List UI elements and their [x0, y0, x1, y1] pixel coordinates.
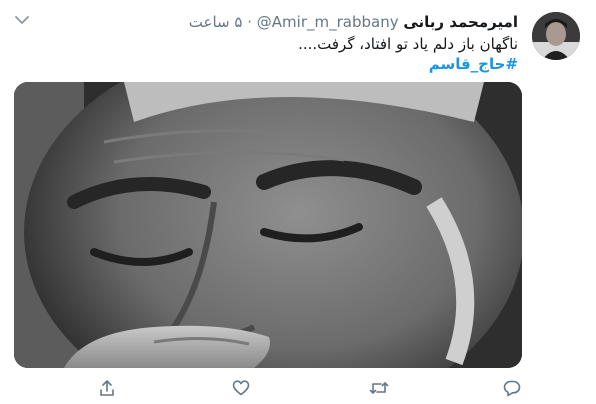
share-icon[interactable]: [97, 378, 117, 398]
tweet-text: ناگهان باز دلم یاد تو افتاد، گرفت....: [298, 35, 518, 53]
avatar[interactable]: [532, 12, 580, 60]
tweet-image[interactable]: [14, 82, 522, 368]
retweet-icon[interactable]: [369, 378, 389, 398]
separator-dot: ·: [247, 13, 252, 31]
tweet-card: امیرمحمد ربانی @Amir_m_rabbany · ۵ ساعت …: [0, 0, 596, 404]
chevron-down-icon[interactable]: [12, 10, 32, 30]
heart-icon[interactable]: [231, 378, 251, 398]
author-name[interactable]: امیرمحمد ربانی: [403, 13, 518, 31]
hashtag-link[interactable]: #حاج_قاسم: [429, 54, 518, 74]
tweet-header: امیرمحمد ربانی @Amir_m_rabbany · ۵ ساعت: [189, 12, 518, 32]
reply-icon[interactable]: [502, 378, 522, 398]
tweet-actions: [0, 374, 596, 402]
tweet-timestamp[interactable]: ۵ ساعت: [189, 13, 243, 31]
author-handle[interactable]: @Amir_m_rabbany: [257, 13, 399, 31]
